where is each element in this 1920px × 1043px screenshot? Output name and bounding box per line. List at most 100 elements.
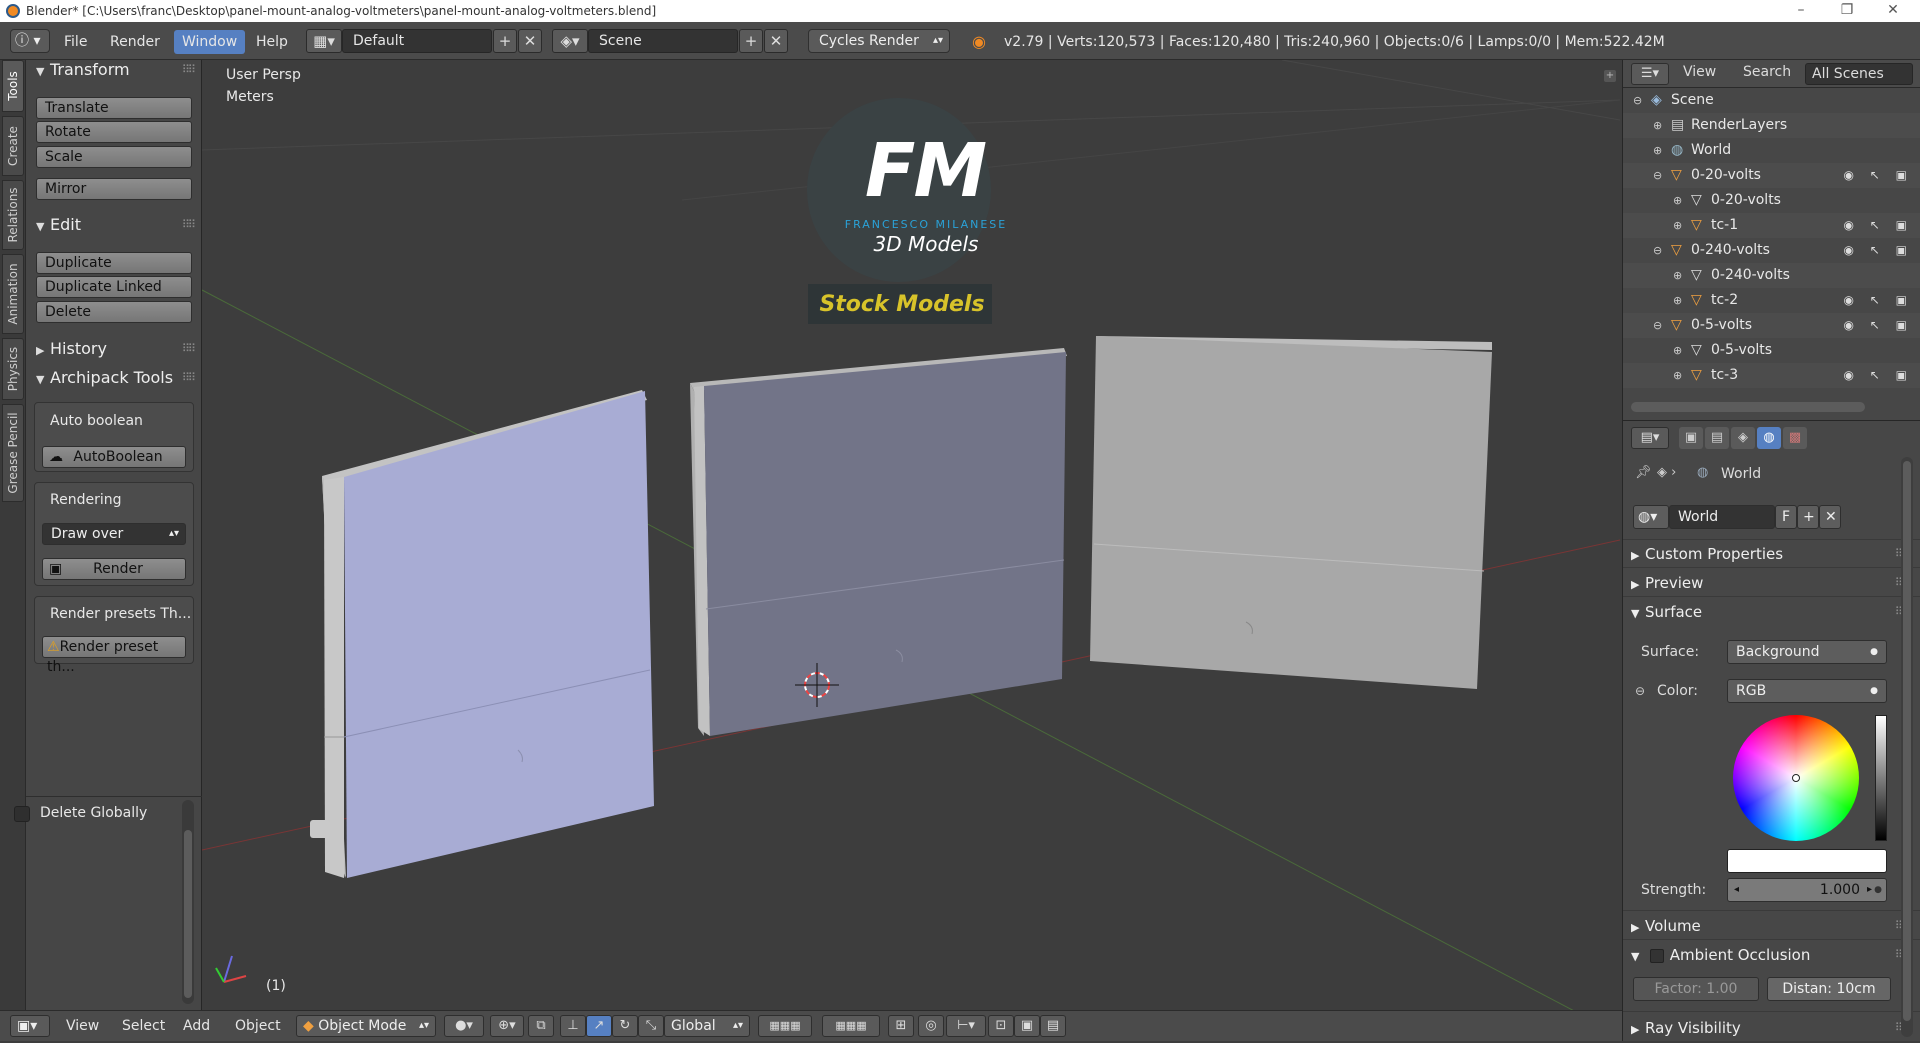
ao-distance-field[interactable]: Distan: 10cm xyxy=(1767,977,1891,1001)
outliner-row[interactable]: ⊖ ▽ 0-240-volts ◉ ↖ ▣ xyxy=(1623,238,1920,263)
layer-lock-icon[interactable]: ⊞ xyxy=(888,1015,914,1037)
viewport-shading-dropdown[interactable]: ●▾ xyxy=(444,1015,484,1037)
transform-panel-header[interactable]: ▼ Transform ⠿⠿ xyxy=(36,58,196,82)
visibility-select-render-icons[interactable]: ◉ ↖ ▣ xyxy=(1844,313,1914,338)
menu-file[interactable]: File xyxy=(64,30,87,54)
add-layout-button[interactable]: + xyxy=(493,29,517,53)
outliner-row[interactable]: ⊕ ▽ tc-3 ◉ ↖ ▣ xyxy=(1623,363,1920,388)
outliner-row[interactable]: ⊕ ▽ 0-240-volts xyxy=(1623,263,1920,288)
add-scene-button[interactable]: + xyxy=(739,29,763,53)
translate-button[interactable]: Translate xyxy=(36,97,192,119)
manipulator-toggle-icon[interactable]: ⊥ xyxy=(560,1015,586,1037)
render-context-camera-icon[interactable]: ▣ xyxy=(1679,427,1703,449)
pin-icon[interactable]: 📌︎ xyxy=(1635,465,1652,480)
outliner-row[interactable]: ⊕ ◍ World xyxy=(1623,138,1920,163)
draw-over-dropdown[interactable]: Draw over ▴▾ xyxy=(42,523,186,545)
menu-render[interactable]: Render xyxy=(110,30,160,54)
color-swatch[interactable] xyxy=(1727,849,1887,873)
world-datablock-field[interactable]: World xyxy=(1669,505,1775,529)
remove-scene-button[interactable]: ✕ xyxy=(764,29,788,53)
render-preset-warning-button[interactable]: ⚠Render preset th... xyxy=(42,636,186,675)
render-button[interactable]: ▣ Render xyxy=(42,558,186,580)
properties-scrollbar[interactable] xyxy=(1901,457,1913,1037)
outliner-menu-search[interactable]: Search xyxy=(1743,64,1791,80)
viewport-corner-plus-icon[interactable]: + xyxy=(1604,70,1616,82)
proportional-edit-icon[interactable]: ◎ xyxy=(918,1015,944,1037)
layers-grid-2[interactable]: ▦▦▦ xyxy=(822,1015,880,1037)
mode-dropdown[interactable]: ◆ Object Mode ▴▾ xyxy=(296,1015,436,1037)
outliner-row[interactable]: ⊕ ▽ 0-5-volts xyxy=(1623,338,1920,363)
tab-create[interactable]: Create xyxy=(2,116,24,176)
color-socket-icon[interactable]: ⊖ xyxy=(1635,684,1645,698)
limit-selection-icon[interactable]: ⧉ xyxy=(528,1015,554,1037)
menu-view[interactable]: View xyxy=(66,1015,99,1037)
menu-select[interactable]: Select xyxy=(122,1015,165,1037)
fake-user-button[interactable]: F xyxy=(1775,505,1797,529)
remove-layout-button[interactable]: ✕ xyxy=(518,29,542,53)
outliner-row[interactable]: ⊕ ▽ tc-2 ◉ ↖ ▣ xyxy=(1623,288,1920,313)
maximize-button[interactable]: ❐ xyxy=(1824,0,1870,22)
rotate-manipulator-icon[interactable]: ↻ xyxy=(612,1015,638,1037)
tab-relations[interactable]: Relations xyxy=(2,180,24,250)
strength-field[interactable]: ◂ 1.000 ▸ ● xyxy=(1727,878,1887,902)
world-context-icon[interactable]: ◍ xyxy=(1757,427,1781,449)
translate-manipulator-icon[interactable]: ↗ xyxy=(586,1015,612,1037)
autoboolean-button[interactable]: ☁ AutoBoolean xyxy=(42,446,186,468)
custom-properties-panel-header[interactable]: ▶Custom Properties ⠿⠿ xyxy=(1631,541,1911,567)
expand-toggle-icon[interactable]: ⊖ xyxy=(1633,88,1642,113)
visibility-select-render-icons[interactable]: ◉ ↖ ▣ xyxy=(1844,238,1914,263)
preview-panel-header[interactable]: ▶Preview ⠿⠿ xyxy=(1631,570,1911,596)
edit-panel-header[interactable]: ▼ Edit ⠿⠿ xyxy=(36,213,196,237)
ambient-occlusion-checkbox[interactable] xyxy=(1649,948,1664,963)
color-wheel-cursor[interactable] xyxy=(1792,774,1800,782)
ray-visibility-panel-header[interactable]: ▶Ray Visibility ⠿⠿ xyxy=(1631,1015,1911,1041)
outliner-row[interactable]: ⊖ ▽ 0-20-volts ◉ ↖ ▣ xyxy=(1623,163,1920,188)
delete-button[interactable]: Delete xyxy=(36,301,192,323)
menu-add[interactable]: Add xyxy=(183,1015,210,1037)
mirror-button[interactable]: Mirror xyxy=(36,178,192,200)
duplicate-linked-button[interactable]: Duplicate Linked xyxy=(36,276,192,298)
outliner-row[interactable]: ⊖ ▽ 0-5-volts ◉ ↖ ▣ xyxy=(1623,313,1920,338)
outliner-display-mode[interactable]: All Scenes xyxy=(1805,63,1913,85)
pivot-point-dropdown[interactable]: ⊕▾ xyxy=(490,1015,524,1037)
menu-object[interactable]: Object xyxy=(235,1015,281,1037)
transform-orientation-dropdown[interactable]: Global ▴▾ xyxy=(664,1015,750,1037)
snap-element-dropdown[interactable]: ⊢▾ xyxy=(946,1015,986,1037)
drag-grip-icon[interactable]: ⠿⠿ xyxy=(182,337,196,361)
outliner-menu-view[interactable]: View xyxy=(1683,64,1716,80)
surface-panel-header[interactable]: ▼Surface ⠿⠿ xyxy=(1631,599,1911,625)
delete-globally-checkbox[interactable] xyxy=(14,806,30,822)
archipack-panel-header[interactable]: ▼ Archipack Tools ⠿⠿ xyxy=(36,366,196,390)
tab-grease-pencil[interactable]: Grease Pencil xyxy=(2,404,24,502)
world-browse-button[interactable]: ◍▾ xyxy=(1633,505,1669,529)
new-world-button[interactable]: + xyxy=(1797,505,1819,529)
drag-grip-icon[interactable]: ⠿⠿ xyxy=(182,366,196,390)
scrollbar-thumb[interactable] xyxy=(1903,461,1911,1021)
render-engine-dropdown[interactable]: Cycles Render ▴▾ xyxy=(808,29,950,53)
screen-layout-field[interactable]: Default xyxy=(342,29,492,53)
expand-toggle-icon[interactable]: ⊕ xyxy=(1673,213,1682,238)
expand-toggle-icon[interactable]: ⊖ xyxy=(1653,163,1662,188)
surface-shader-dropdown[interactable]: Background ● xyxy=(1727,640,1887,664)
color-value-slider[interactable] xyxy=(1875,715,1887,841)
outliner-editor-type-icon[interactable]: ☰▾ xyxy=(1631,63,1669,85)
duplicate-button[interactable]: Duplicate xyxy=(36,252,192,274)
expand-toggle-icon[interactable]: ⊕ xyxy=(1653,113,1662,138)
snap-target-icon[interactable]: ⊡ xyxy=(988,1015,1014,1037)
menu-help[interactable]: Help xyxy=(256,30,288,54)
expand-toggle-icon[interactable]: ⊕ xyxy=(1673,263,1682,288)
outliner-row[interactable]: ⊕ ▽ tc-1 ◉ ↖ ▣ xyxy=(1623,213,1920,238)
visibility-select-render-icons[interactable]: ◉ ↖ ▣ xyxy=(1844,213,1914,238)
outliner-row[interactable]: ⊕ ▤ RenderLayers xyxy=(1623,113,1920,138)
volume-panel-header[interactable]: ▶Volume ⠿⠿ xyxy=(1631,913,1911,939)
properties-editor-type-icon[interactable]: ▤▾ xyxy=(1631,427,1669,449)
scene-field[interactable]: Scene xyxy=(588,29,738,53)
expand-toggle-icon[interactable]: ⊕ xyxy=(1653,138,1662,163)
ao-factor-field[interactable]: Factor: 1.00 xyxy=(1633,977,1759,1001)
ambient-occlusion-panel-header[interactable]: ▼ Ambient Occlusion ⠿⠿ xyxy=(1631,942,1911,968)
color-mode-dropdown[interactable]: RGB ● xyxy=(1727,679,1887,703)
scene-context-icon[interactable]: ◈ xyxy=(1731,427,1755,449)
close-window-button[interactable]: ✕ xyxy=(1870,0,1916,22)
increment-arrow-icon[interactable]: ▸ xyxy=(1867,879,1872,901)
opengl-render-icon[interactable]: ▣ xyxy=(1014,1015,1040,1037)
